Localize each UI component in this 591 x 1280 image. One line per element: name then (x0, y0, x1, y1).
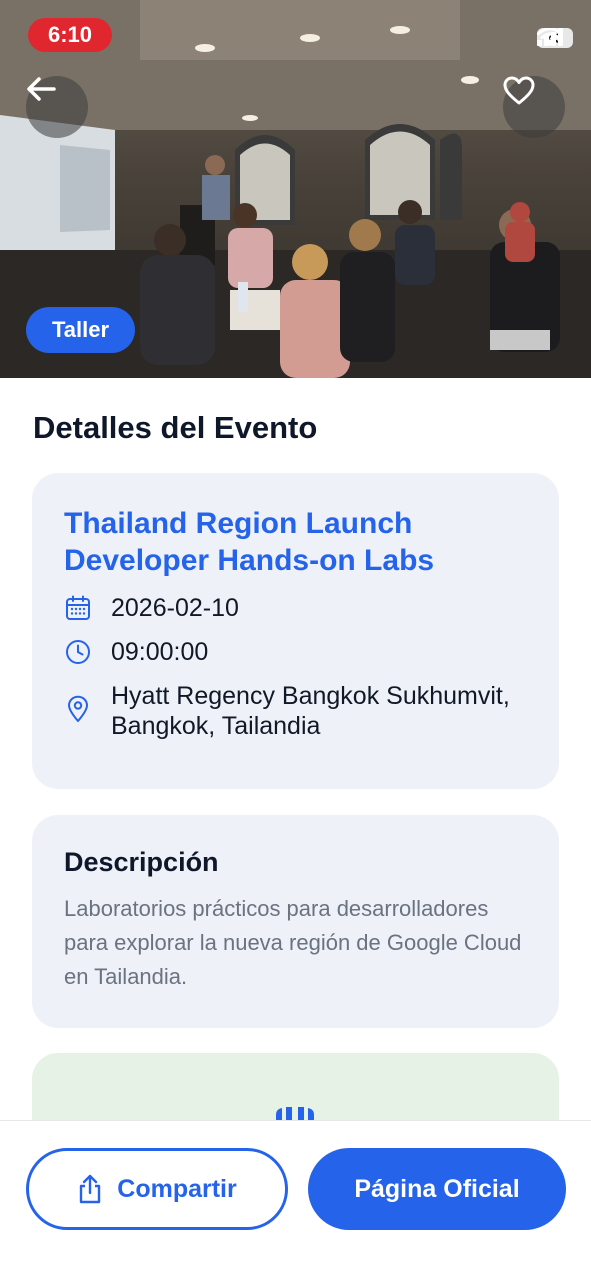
share-icon (80, 1174, 101, 1204)
wifi-icon (537, 28, 563, 46)
arrow-left-icon (27, 77, 56, 101)
official-page-button-label: Página Oficial (354, 1174, 520, 1203)
back-button[interactable] (26, 76, 88, 138)
event-time: 09:00:00 (111, 638, 209, 666)
favorite-button[interactable] (503, 76, 565, 138)
description-text: Laboratorios prácticos para desarrollado… (64, 896, 522, 989)
map-pin-icon (64, 681, 92, 723)
event-location: Hyatt Regency Bangkok Sukhumvit, Bangkok… (111, 682, 510, 740)
event-date-row: 2026-02-10 (64, 593, 527, 623)
heart-icon (503, 76, 535, 105)
event-time-row: 09:00:00 (64, 637, 527, 667)
share-button-label: Compartir (117, 1174, 237, 1203)
official-page-button[interactable]: Página Oficial (308, 1148, 566, 1230)
event-date: 2026-02-10 (111, 594, 239, 622)
section-title: Detalles del Evento (33, 410, 318, 445)
event-hero-image: 6:10 43 Taller (0, 0, 591, 378)
bottom-action-bar: Compartir Página Oficial (0, 1120, 591, 1280)
share-button[interactable]: Compartir (26, 1148, 288, 1230)
event-location-row: Hyatt Regency Bangkok Sukhumvit, Bangkok… (64, 681, 527, 741)
calendar-icon (64, 593, 92, 621)
event-info-card: Thailand Region Launch Developer Hands-o… (32, 473, 559, 789)
status-indicators: 43 (537, 28, 573, 48)
category-tag: Taller (26, 307, 136, 353)
status-time: 6:10 (28, 18, 112, 52)
description-title: Descripción (64, 847, 219, 877)
event-title: Thailand Region Launch Developer Hands-o… (64, 507, 435, 577)
clock-icon (64, 637, 92, 665)
description-card: Descripción Laboratorios prácticos para … (32, 815, 559, 1028)
